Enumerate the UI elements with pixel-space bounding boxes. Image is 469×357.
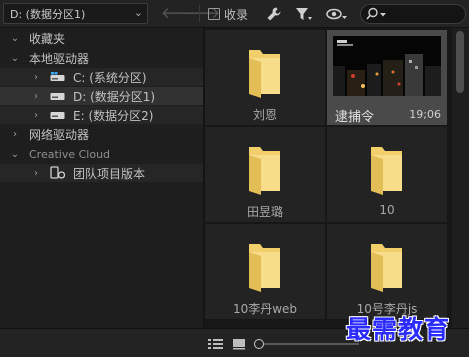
drive-icon bbox=[50, 93, 65, 100]
chevron-down-icon[interactable]: ⌄ bbox=[10, 149, 20, 160]
media-grid: 刘恩 逮捕令 19;06 田昱璐 10 10李丹web 10号李丹js bbox=[205, 28, 452, 328]
zoom-slider-handle[interactable] bbox=[254, 339, 264, 349]
wrench-icon[interactable] bbox=[266, 4, 282, 24]
grid-item-label: 10 bbox=[379, 203, 395, 217]
tree-item-label: Creative Cloud bbox=[29, 147, 111, 161]
grid-item-folder[interactable]: 10号李丹js bbox=[327, 224, 447, 319]
watermark-logo: 最需教育 bbox=[346, 315, 451, 344]
tree-item-label: E: (数据分区2) bbox=[73, 108, 154, 123]
tree-item-label: D: (数据分区1) bbox=[73, 89, 156, 104]
tree-item-drive-e[interactable]: › E: (数据分区2) bbox=[0, 106, 203, 124]
clip-thumbnail bbox=[333, 36, 441, 96]
grid-item-clip[interactable]: 逮捕令 19;06 bbox=[327, 30, 447, 125]
toolbar: D: (数据分区1) ⌄ 🡐 🡒 收录 bbox=[0, 0, 469, 28]
tree-item-label: 团队项目版本 bbox=[73, 166, 146, 181]
search-icon bbox=[366, 7, 386, 20]
folder-icon bbox=[371, 147, 402, 195]
tree-item-drive-c[interactable]: › C: (系统分区) bbox=[0, 68, 203, 86]
chevron-right-icon[interactable]: › bbox=[31, 91, 41, 102]
tree-item-label: 收藏夹 bbox=[29, 31, 66, 46]
tree-item-local-drives[interactable]: ⌄ 本地驱动器 bbox=[0, 49, 203, 67]
filter-icon[interactable] bbox=[295, 4, 313, 24]
clip-duration: 19;06 bbox=[409, 108, 441, 121]
chevron-right-icon[interactable]: › bbox=[10, 129, 20, 140]
search-input[interactable] bbox=[360, 4, 466, 24]
folder-icon bbox=[371, 244, 402, 292]
windows-drive-icon bbox=[50, 72, 65, 81]
grid-item-label: 10李丹web bbox=[232, 302, 298, 316]
volume-dropdown-value: D: (数据分区1) bbox=[10, 7, 86, 21]
chevron-down-icon: ⌄ bbox=[133, 6, 143, 19]
chevron-down-icon[interactable]: ⌄ bbox=[10, 33, 20, 44]
grid-item-folder[interactable]: 田昱璐 bbox=[205, 127, 325, 222]
scrollbar-thumb[interactable] bbox=[456, 31, 464, 93]
chevron-right-icon[interactable]: › bbox=[31, 110, 41, 121]
list-view-icon[interactable] bbox=[208, 338, 223, 350]
volume-dropdown[interactable]: D: (数据分区1) ⌄ bbox=[3, 3, 148, 24]
tree-item-network-drives[interactable]: › 网络驱动器 bbox=[0, 125, 203, 143]
chevron-down-icon[interactable]: ⌄ bbox=[10, 53, 20, 64]
chevron-right-icon[interactable]: › bbox=[31, 168, 41, 179]
folder-icon bbox=[249, 50, 280, 98]
folder-tree: ⌄ 收藏夹 ⌄ 本地驱动器 › C: (系统分区) › D: (数据分区1) ›… bbox=[0, 28, 203, 328]
grid-item-folder[interactable]: 10李丹web bbox=[205, 224, 325, 319]
tree-item-favorites[interactable]: ⌄ 收藏夹 bbox=[0, 29, 203, 47]
tree-item-label: 本地驱动器 bbox=[29, 51, 90, 66]
collect-label: 收录 bbox=[224, 7, 249, 22]
grid-item-label: 田昱璐 bbox=[246, 205, 283, 219]
tree-item-creative-cloud[interactable]: ⌄ Creative Cloud bbox=[0, 145, 203, 163]
collect-toggle[interactable]: 收录 bbox=[208, 5, 248, 23]
grid-item-folder[interactable]: 10 bbox=[327, 127, 447, 222]
tree-item-team-projects[interactable]: › 团队项目版本 bbox=[0, 164, 203, 182]
zoom-slider[interactable] bbox=[264, 343, 359, 345]
icon-view-icon[interactable] bbox=[233, 338, 245, 350]
arrow-left-icon[interactable]: 🡐 bbox=[161, 4, 201, 22]
vertical-scrollbar[interactable] bbox=[452, 28, 469, 328]
chevron-right-icon[interactable]: › bbox=[31, 72, 41, 83]
folder-icon bbox=[249, 244, 280, 292]
grid-item-label: 刘恩 bbox=[252, 108, 277, 122]
folder-icon bbox=[249, 147, 280, 195]
grid-item-folder[interactable]: 刘恩 bbox=[205, 30, 325, 125]
grid-item-label: 逮捕令 bbox=[335, 110, 375, 125]
team-project-icon bbox=[50, 166, 66, 179]
collect-checkbox[interactable] bbox=[208, 8, 220, 20]
tree-item-drive-d[interactable]: › D: (数据分区1) bbox=[0, 87, 203, 105]
drive-icon bbox=[50, 112, 65, 119]
eye-icon[interactable] bbox=[326, 4, 348, 24]
arrow-right-icon[interactable]: 🡒 bbox=[180, 4, 220, 22]
toolbar-divider bbox=[199, 5, 200, 22]
tree-item-label: 网络驱动器 bbox=[29, 127, 90, 142]
tree-item-label: C: (系统分区) bbox=[73, 70, 147, 85]
